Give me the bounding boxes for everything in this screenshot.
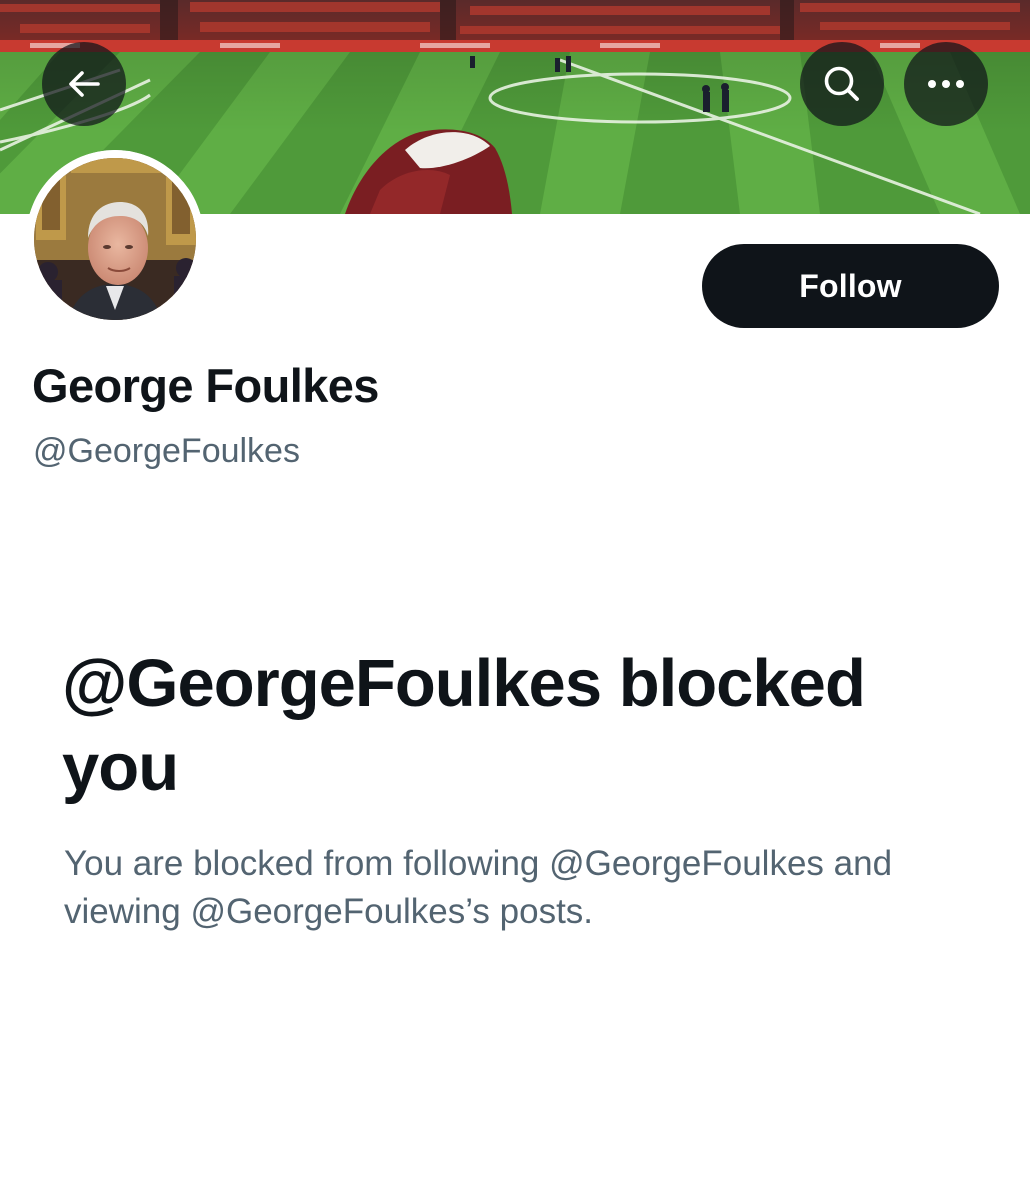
blocked-title: @GeorgeFoulkes blocked you	[62, 646, 866, 805]
search-button[interactable]	[800, 42, 884, 126]
arrow-left-icon	[69, 71, 100, 97]
profile-page: Follow George Foulkes @GeorgeFoulkes @Ge…	[0, 0, 1030, 1200]
user-handle: @GeorgeFoulkes	[33, 432, 300, 470]
blocked-description: You are blocked from following @GeorgeFo…	[64, 844, 893, 931]
more-horizontal-icon	[928, 80, 964, 88]
display-name: George Foulkes	[32, 359, 379, 412]
avatar-image	[26, 150, 204, 328]
back-button[interactable]	[42, 42, 126, 126]
more-options-button[interactable]	[904, 42, 988, 126]
follow-button[interactable]: Follow	[702, 244, 999, 328]
avatar[interactable]	[26, 150, 204, 328]
follow-button-label: Follow	[799, 267, 902, 304]
search-icon	[824, 66, 859, 101]
